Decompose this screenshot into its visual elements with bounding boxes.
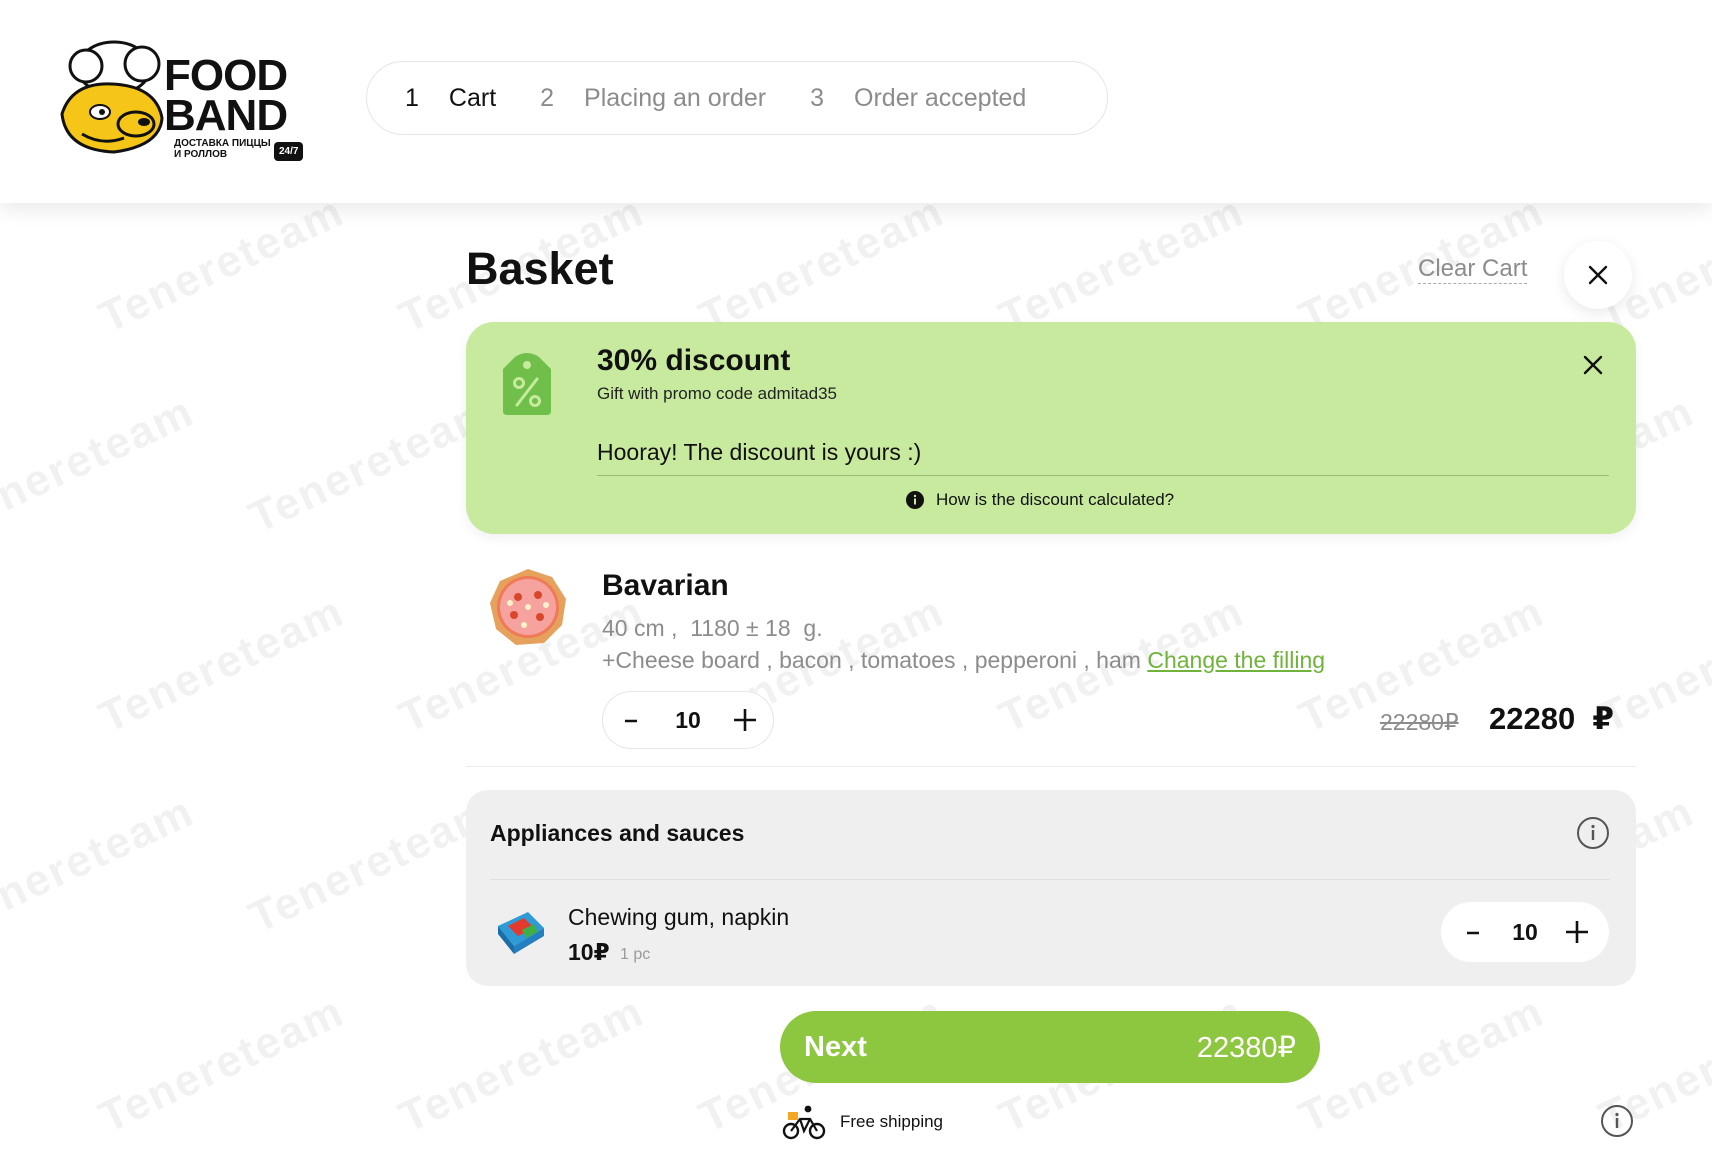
section-title: Appliances and sauces	[490, 820, 745, 846]
logo[interactable]: FOOD BAND ДОСТАВКА ПИЦЦЫ И РОЛЛОВ 24/7	[52, 34, 314, 164]
discount-info-link[interactable]: How is the discount calculated?	[906, 490, 1174, 510]
discount-banner: 30% discount Gift with promo code admita…	[466, 322, 1636, 534]
chef-mascot-icon	[60, 40, 164, 154]
step-label: Cart	[448, 83, 497, 112]
next-label: Next	[804, 1030, 867, 1063]
watermark-text: Tenereteam	[391, 986, 652, 1143]
watermark-text: Tenereteam	[91, 186, 352, 343]
product-size: 40 cm , 1180 ± 18 g.	[602, 615, 823, 641]
shipping-row: Free shipping	[782, 1101, 1633, 1143]
page-title: Basket	[466, 243, 614, 294]
discount-title: 30% discount	[597, 344, 791, 377]
divider	[597, 475, 1609, 476]
increase-button[interactable]	[723, 698, 767, 742]
next-button[interactable]: Next 22380₽	[780, 1011, 1320, 1083]
watermark-text: Tenereteam	[1291, 986, 1552, 1143]
quantity-value: 10	[1512, 918, 1538, 945]
pizza-image	[490, 569, 566, 645]
addon-name: Chewing gum, napkin	[568, 904, 790, 930]
fillings-text: +Cheese board , bacon , tomatoes , peppe…	[602, 647, 1148, 673]
discount-subtitle: Gift with promo code admitad35	[597, 384, 838, 403]
shipping-label: Free shipping	[840, 1112, 944, 1131]
decrease-button[interactable]	[1451, 910, 1495, 954]
product-name: Bavarian	[602, 569, 729, 602]
watermark-text: Tenereteam	[91, 986, 352, 1143]
step-number: 3	[810, 83, 825, 112]
discount-tag-icon	[503, 353, 551, 415]
order-total: 22380₽	[1196, 1031, 1296, 1064]
watermark-text: Tenereteam	[0, 386, 202, 543]
step-label: Placing an order	[584, 83, 767, 112]
step-number: 1	[405, 83, 419, 112]
quantity-stepper: 10	[1441, 902, 1609, 962]
brand-name: FOOD BAND	[164, 51, 288, 140]
step-order-accepted[interactable]: 3 Order accepted	[810, 84, 1026, 113]
info-icon[interactable]	[1576, 816, 1610, 850]
brand-badge: 24/7	[274, 142, 304, 161]
step-number: 2	[540, 83, 555, 112]
old-price: 22280₽	[1380, 709, 1459, 735]
decrease-button[interactable]	[609, 698, 653, 742]
close-icon[interactable]	[1578, 350, 1608, 380]
increase-button[interactable]	[1555, 910, 1599, 954]
product-fillings: +Cheese board , bacon , tomatoes , peppe…	[602, 647, 1325, 674]
checkout-steps: 1 Cart 2 Placing an order 3 Order accept…	[366, 61, 1108, 135]
addon-price: 10₽	[568, 939, 610, 965]
item-price: 22280 ₽	[1489, 701, 1614, 736]
discount-info-label: How is the discount calculated?	[936, 490, 1175, 509]
info-icon	[906, 491, 924, 509]
change-filling-link[interactable]: Change the filling	[1147, 647, 1325, 673]
watermark-text: Tenereteam	[241, 386, 502, 543]
divider	[490, 879, 1610, 880]
step-cart[interactable]: 1 Cart	[405, 84, 496, 113]
quantity-stepper: 10	[602, 691, 774, 749]
step-label: Order accepted	[854, 83, 1027, 112]
cart-item: Bavarian 40 cm , 1180 ± 18 g. +Cheese bo…	[466, 553, 1636, 767]
addon-unit: 1 pc	[620, 946, 651, 963]
info-icon[interactable]	[1600, 1104, 1634, 1138]
close-icon	[1588, 265, 1608, 285]
minus-icon	[625, 719, 637, 723]
discount-message: Hooray! The discount is yours :)	[597, 439, 922, 465]
plus-icon	[734, 709, 756, 731]
watermark-text: Tenereteam	[691, 186, 952, 343]
watermark-text: Tenereteam	[0, 786, 202, 943]
clear-cart-button[interactable]: Clear Cart	[1418, 255, 1528, 284]
header: FOOD BAND ДОСТАВКА ПИЦЦЫ И РОЛЛОВ 24/7 1…	[0, 0, 1712, 203]
appliances-section: Appliances and sauces Chewing gum, napki…	[466, 790, 1636, 986]
bicycle-courier-icon	[782, 1105, 826, 1140]
watermark-text: Tenereteam	[241, 786, 502, 943]
quantity-value: 10	[675, 706, 701, 733]
watermark-text: Tenereteam	[91, 586, 352, 743]
watermark-text: Tenereteam	[991, 186, 1252, 343]
close-basket-button[interactable]	[1564, 241, 1632, 309]
plus-icon	[1566, 921, 1588, 943]
minus-icon	[1467, 931, 1479, 935]
brand-subtitle: ДОСТАВКА ПИЦЦЫ И РОЛЛОВ	[174, 138, 271, 160]
gum-image	[498, 912, 544, 954]
step-placing-order[interactable]: 2 Placing an order	[540, 84, 766, 113]
